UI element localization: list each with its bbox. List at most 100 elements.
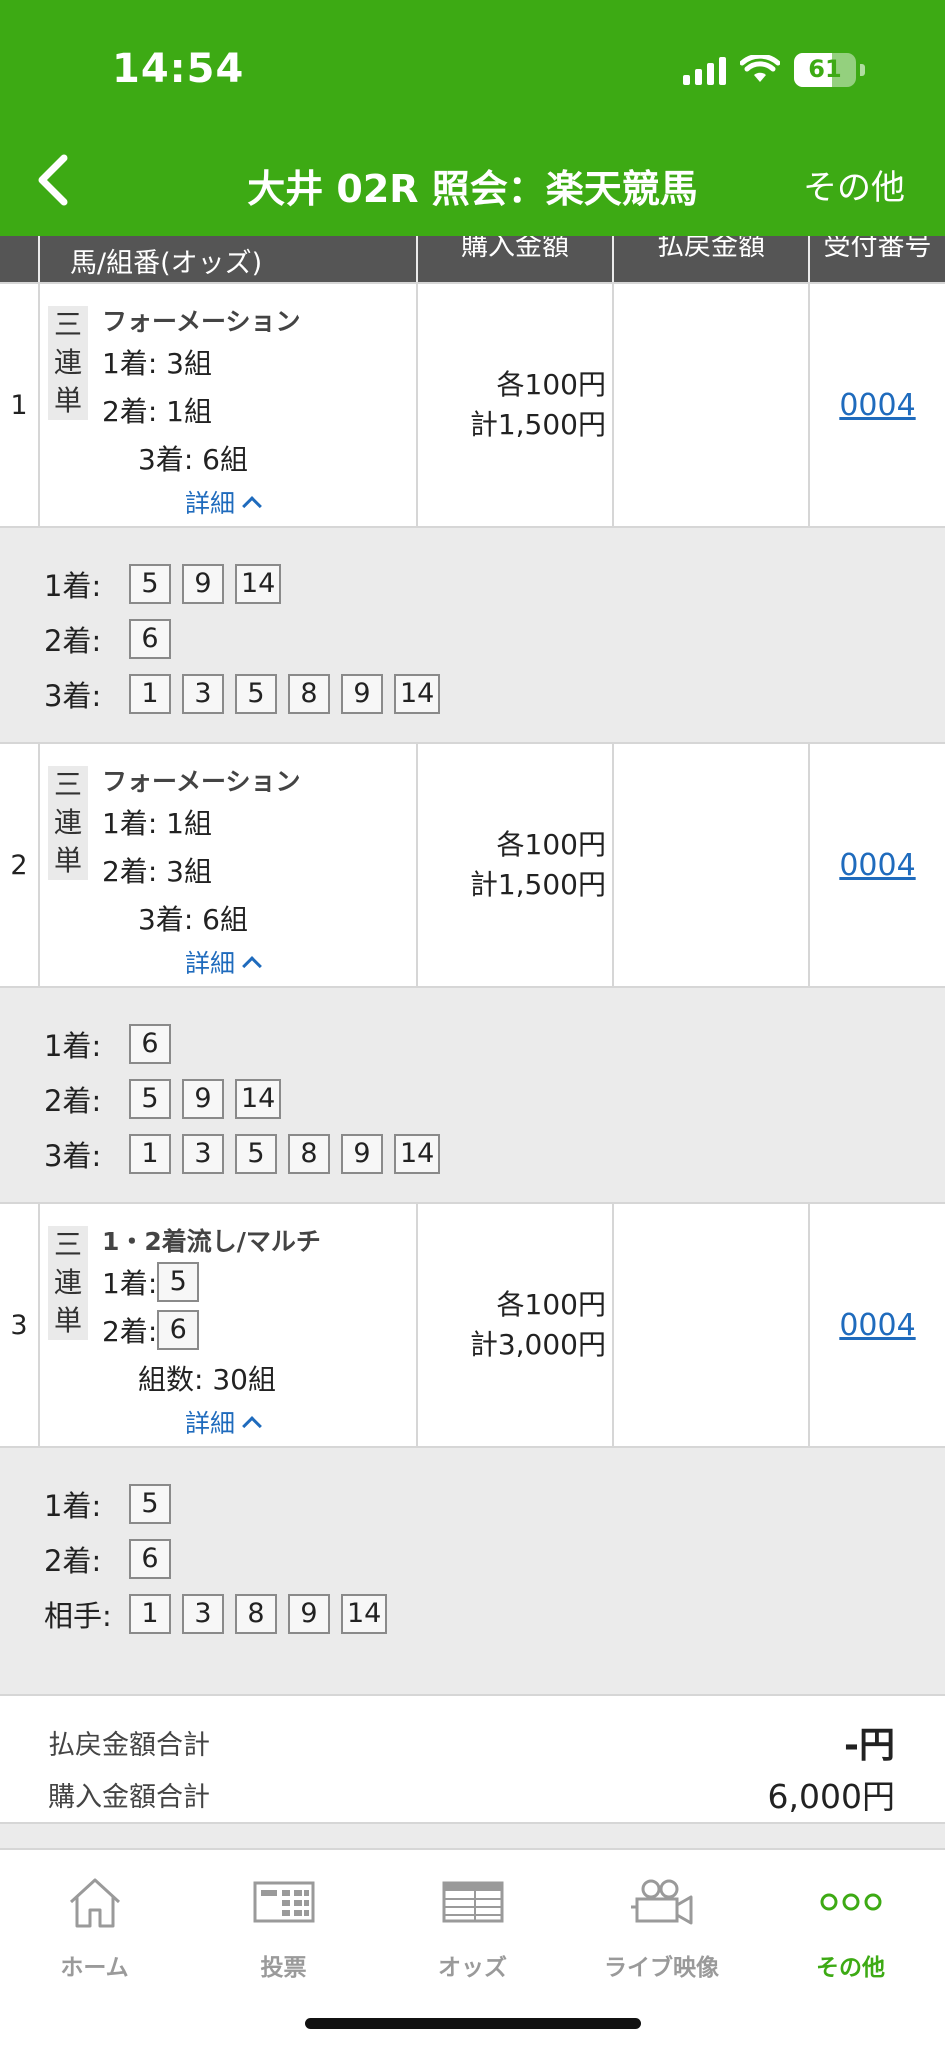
video-camera-icon <box>630 1879 692 1925</box>
bet-table: 馬/組番(オッズ) 購入金額 払戻金額 受付番号 1 三 連 単 フォーメーショ… <box>0 236 945 1662</box>
tab-label: ホーム <box>60 1955 129 1981</box>
more-menu-button[interactable]: その他 <box>803 160 905 209</box>
detail-line: 2着: 5 9 14 <box>44 1071 945 1126</box>
purchase-total-row: 購入金額合計 6,000円 <box>48 1770 895 1818</box>
horse-number: 8 <box>288 1133 330 1174</box>
bet-method: フォーメーション <box>102 307 301 336</box>
bet-type-char: 連 <box>53 346 82 379</box>
tab-label: ライブ映像 <box>604 1955 719 1981</box>
detail-label: 1着: <box>44 568 102 603</box>
bet-line-label: 1着: <box>102 1267 158 1300</box>
bet-type-char: 三 <box>53 308 82 341</box>
tab-vote[interactable]: 投票 <box>189 1862 378 1982</box>
bet-cell: 三 連 単 フォーメーション 1着: 3組 2着: 1組 3着: 6組 詳細 <box>40 284 418 526</box>
amount-total: 計3,000円 <box>469 1328 606 1361</box>
table-header: 馬/組番(オッズ) 購入金額 払戻金額 受付番号 <box>0 236 945 282</box>
amount-each: 各100円 <box>496 368 606 401</box>
horse-number: 5 <box>157 1262 200 1302</box>
purchase-total-label: 購入金額合計 <box>48 1781 210 1813</box>
detail-label: 詳細 <box>185 1409 236 1438</box>
row-index: 3 <box>0 1204 40 1446</box>
horse-number: 9 <box>341 673 383 714</box>
horse-number: 5 <box>129 1483 171 1524</box>
bottom-tab-bar: ホーム 投票 オッズ ライブ映像 その他 <box>0 1848 945 2048</box>
home-indicator <box>305 2018 641 2029</box>
detail-label: 詳細 <box>185 489 236 518</box>
horse-number: 14 <box>341 1593 388 1634</box>
bet-line: 2着: 6 <box>102 1310 210 1350</box>
horse-number: 3 <box>182 1593 224 1634</box>
horse-number: 6 <box>129 1538 171 1579</box>
horse-number: 14 <box>394 673 441 714</box>
detail-label: 2着: <box>44 623 102 658</box>
wifi-icon <box>740 55 780 82</box>
bet-type-badge: 三 連 単 <box>48 766 88 880</box>
tab-label: 投票 <box>260 1955 307 1981</box>
chevron-up-icon <box>242 1416 262 1436</box>
detail-panel: 1着: 5 9 14 2着: 6 3着: 1 3 5 8 9 14 <box>0 526 945 742</box>
payout-cell <box>614 1204 810 1446</box>
detail-line: 1着: 6 <box>44 1016 945 1071</box>
header-amount: 購入金額 <box>418 236 614 282</box>
bet-line: 1着: 3組 <box>102 347 212 380</box>
tab-home[interactable]: ホーム <box>0 1862 189 1982</box>
receipt-link[interactable]: 0004 <box>839 1308 915 1343</box>
status-icons: 61 <box>683 50 865 90</box>
bet-line: 1着: 5 <box>102 1262 210 1302</box>
receipt-link[interactable]: 0004 <box>839 848 915 883</box>
detail-toggle[interactable]: 詳細 <box>185 1404 262 1440</box>
amount-cell: 各100円 計1,500円 <box>418 284 614 526</box>
bet-line: 2着: 1組 <box>102 395 212 428</box>
bet-method: 1・2着流し/マルチ <box>102 1227 321 1256</box>
more-dots-icon <box>820 1893 881 1911</box>
bet-line: 2着: 3組 <box>102 855 212 888</box>
bet-cell: 三 連 単 1・2着流し/マルチ 1着: 5 2着: 6 組数: 30組 詳細 <box>40 1204 418 1446</box>
horse-number: 8 <box>288 673 330 714</box>
purchase-total-value: 6,000円 <box>767 1777 895 1816</box>
payout-total-label: 払戻金額合計 <box>48 1729 210 1761</box>
detail-panel: 1着: 5 2着: 6 相手: 1 3 8 9 14 <box>0 1446 945 1662</box>
payout-total-value: -円 <box>844 1725 895 1766</box>
detail-line: 2着: 6 <box>44 1531 945 1586</box>
tab-odds[interactable]: オッズ <box>378 1862 567 1982</box>
cellular-signal-icon <box>683 55 726 85</box>
horse-number: 3 <box>182 673 224 714</box>
app-header: 14:54 61 大井 02R 照会：楽天競馬 その他 <box>0 0 945 236</box>
bet-type-badge: 三 連 単 <box>48 306 88 420</box>
battery-icon: 61 <box>794 53 856 87</box>
odds-table-icon <box>442 1881 503 1923</box>
detail-label: 2着: <box>44 1083 102 1118</box>
horse-number: 6 <box>129 618 171 659</box>
status-time: 14:54 <box>112 46 245 92</box>
amount-cell: 各100円 計1,500円 <box>418 744 614 986</box>
detail-label: 相手: <box>44 1598 112 1633</box>
detail-line: 1着: 5 <box>44 1476 945 1531</box>
tab-more[interactable]: その他 <box>756 1862 945 1982</box>
table-row: 2 三 連 単 フォーメーション 1着: 1組 2着: 3組 3着: 6組 詳細… <box>0 742 945 986</box>
horse-number: 14 <box>394 1133 441 1174</box>
tab-live-video[interactable]: ライブ映像 <box>567 1862 756 1982</box>
horse-number: 9 <box>182 563 224 604</box>
detail-toggle[interactable]: 詳細 <box>185 944 262 980</box>
payout-cell <box>614 744 810 986</box>
totals-summary: 払戻金額合計 -円 購入金額合計 6,000円 <box>0 1694 945 1824</box>
receipt-link[interactable]: 0004 <box>839 388 915 423</box>
header-receipt: 受付番号 <box>823 236 932 262</box>
horse-number: 5 <box>129 563 171 604</box>
horse-number: 6 <box>157 1310 200 1350</box>
horse-number: 14 <box>235 563 282 604</box>
battery-level: 61 <box>808 55 842 83</box>
amount-total: 計1,500円 <box>469 408 606 441</box>
detail-toggle[interactable]: 詳細 <box>185 484 262 520</box>
detail-line: 3着: 1 3 5 8 9 14 <box>44 666 945 721</box>
bet-line: 1着: 1組 <box>102 807 212 840</box>
header-horse: 馬/組番(オッズ) <box>40 236 418 282</box>
detail-label: 2着: <box>44 1543 102 1578</box>
detail-line: 3着: 1 3 5 8 9 14 <box>44 1126 945 1181</box>
detail-label: 3着: <box>44 1138 102 1173</box>
horse-number: 14 <box>235 1078 282 1119</box>
header-payout: 払戻金額 <box>614 236 810 282</box>
horse-number: 5 <box>129 1078 171 1119</box>
horse-number: 1 <box>129 673 171 714</box>
horse-number: 1 <box>129 1593 171 1634</box>
